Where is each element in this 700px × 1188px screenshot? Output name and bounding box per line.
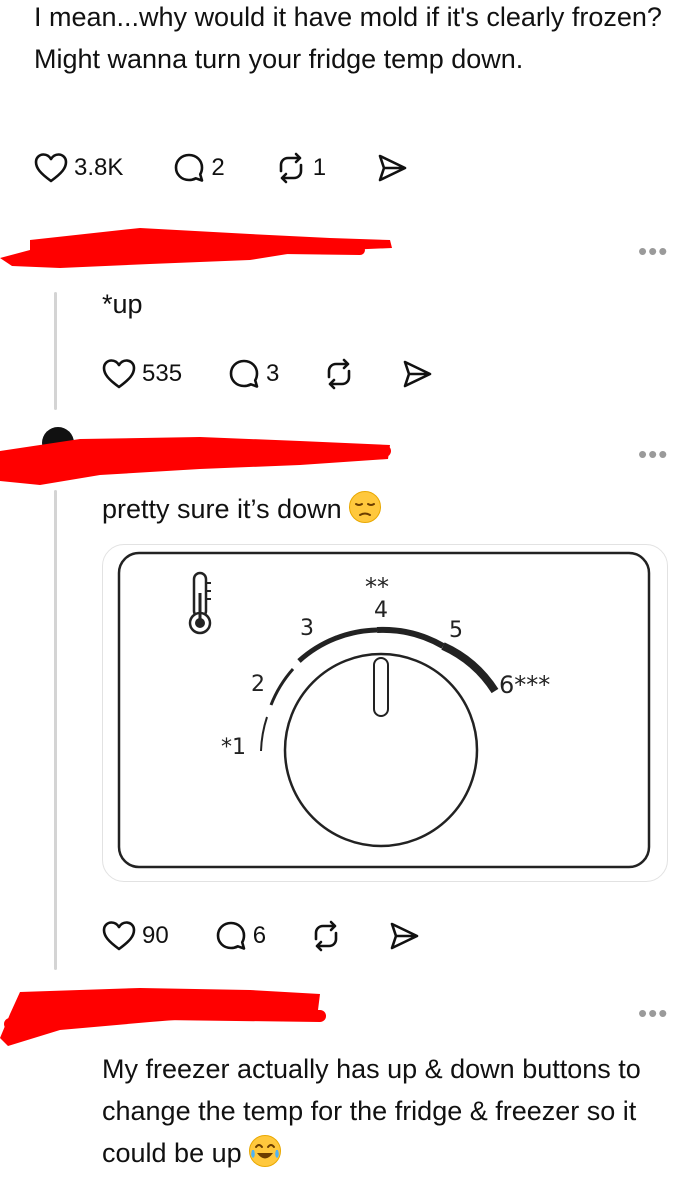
dial-label-4: 4: [374, 598, 388, 623]
heart-icon: [102, 921, 136, 951]
comment-count: 6: [252, 922, 267, 949]
dial-label-3: 3: [300, 616, 314, 641]
reply-text: pretty sure it’s down: [102, 488, 382, 530]
repost-icon: [279, 152, 303, 184]
repost-count: 1: [312, 154, 327, 181]
send-icon: [390, 922, 419, 950]
post-text: I mean...why would it have mold if it's …: [34, 2, 662, 74]
like-count: 3.8K: [74, 154, 124, 181]
like-button[interactable]: 90: [102, 920, 169, 952]
reply-actions: 535 3: [102, 354, 433, 394]
repost-icon: [314, 920, 338, 952]
comment-count: 3: [266, 360, 280, 387]
thread-line: [54, 490, 57, 970]
redacted-username: [0, 228, 392, 268]
redacted-username: [0, 988, 326, 1046]
more-options-button[interactable]: •••: [638, 1000, 668, 1026]
more-options-button[interactable]: •••: [638, 441, 668, 467]
thread-line: [54, 292, 57, 410]
comment-bubble-icon: [229, 359, 259, 388]
dial-label-5: 5: [449, 618, 463, 643]
like-button[interactable]: 535: [102, 358, 182, 390]
pensive-face-emoji: [348, 491, 381, 523]
reply-text-body: pretty sure it’s down: [102, 494, 342, 524]
send-icon: [404, 360, 432, 388]
repost-icon: [328, 358, 351, 390]
attached-image[interactable]: *1 2 3 4 ** 5 6***: [102, 544, 668, 882]
fridge-dial-illustration: *1 2 3 4 ** 5 6***: [117, 551, 651, 869]
repost-button[interactable]: [323, 358, 355, 390]
reply-actions: 90 6: [102, 916, 420, 956]
heart-icon: [102, 359, 136, 389]
share-button[interactable]: [401, 358, 433, 390]
heart-icon: [34, 153, 68, 183]
more-options-button[interactable]: •••: [638, 238, 668, 264]
share-button[interactable]: [388, 920, 420, 952]
repost-button[interactable]: [310, 920, 342, 952]
post-actions: 3.8K 2 1: [34, 148, 408, 188]
redacted-username: [0, 427, 391, 485]
comment-button[interactable]: 6: [215, 920, 266, 952]
dial-label-6: 6***: [499, 671, 550, 699]
dial-label-2: 2: [251, 672, 265, 697]
dial-label-4-stars: **: [365, 573, 389, 601]
like-count: 535: [142, 360, 183, 387]
reply-text: My freezer actually has up & down button…: [102, 1048, 682, 1174]
reply-text-body: My freezer actually has up & down button…: [102, 1054, 641, 1168]
dial-label-1: *1: [221, 735, 246, 760]
send-icon: [378, 154, 407, 182]
comment-bubble-icon: [175, 153, 204, 182]
tears-of-joy-emoji: [248, 1135, 281, 1167]
comment-bubble-icon: [216, 921, 246, 950]
comment-button[interactable]: 2: [173, 152, 225, 184]
like-count: 90: [142, 922, 169, 949]
share-button[interactable]: [376, 152, 408, 184]
comment-button[interactable]: 3: [228, 358, 279, 390]
dial-indicator: [373, 657, 389, 717]
repost-button[interactable]: 1: [275, 152, 326, 184]
like-button[interactable]: 3.8K: [34, 152, 123, 184]
comment-count: 2: [211, 154, 225, 181]
reply-text: *up: [102, 289, 143, 319]
